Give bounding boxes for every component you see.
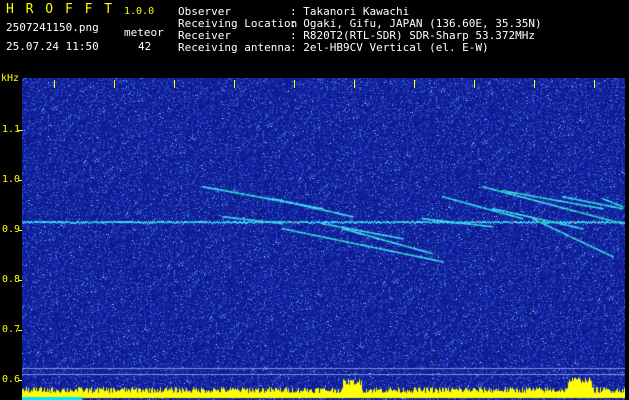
x-tick-mark [234,80,235,88]
y-axis-unit: kHz [1,73,20,84]
spectrogram [22,78,625,400]
x-tick-mark [174,80,175,88]
meteor-label: meteor [124,26,164,39]
y-tick-mark [18,380,22,381]
x-tick-mark [414,80,415,88]
x-tick-mark [294,80,295,88]
app-version: 1.0.0 [124,6,155,17]
info-value-antenna: : 2el-HB9CV Vertical (el. E-W) [290,41,489,54]
x-tick-mark [534,80,535,88]
datetime: 25.07.24 11:50 [6,40,99,53]
app-title: H R O F F T [6,2,115,17]
x-tick-mark [474,80,475,88]
y-tick-mark [18,330,22,331]
x-tick-mark [54,80,55,88]
hrofft-window: H R O F F T 1.0.0 2507241150.png 25.07.2… [0,0,629,400]
y-tick-mark [18,230,22,231]
y-tick-mark [18,180,22,181]
y-tick-mark [18,130,22,131]
x-tick-mark [594,80,595,88]
info-label-antenna: Receiving antenna [178,41,291,54]
y-tick-mark [18,280,22,281]
filename: 2507241150.png [6,21,99,34]
x-tick-mark [114,80,115,88]
meteor-count: 42 [138,40,152,53]
x-tick-mark [354,80,355,88]
spectrogram-canvas [22,78,625,400]
